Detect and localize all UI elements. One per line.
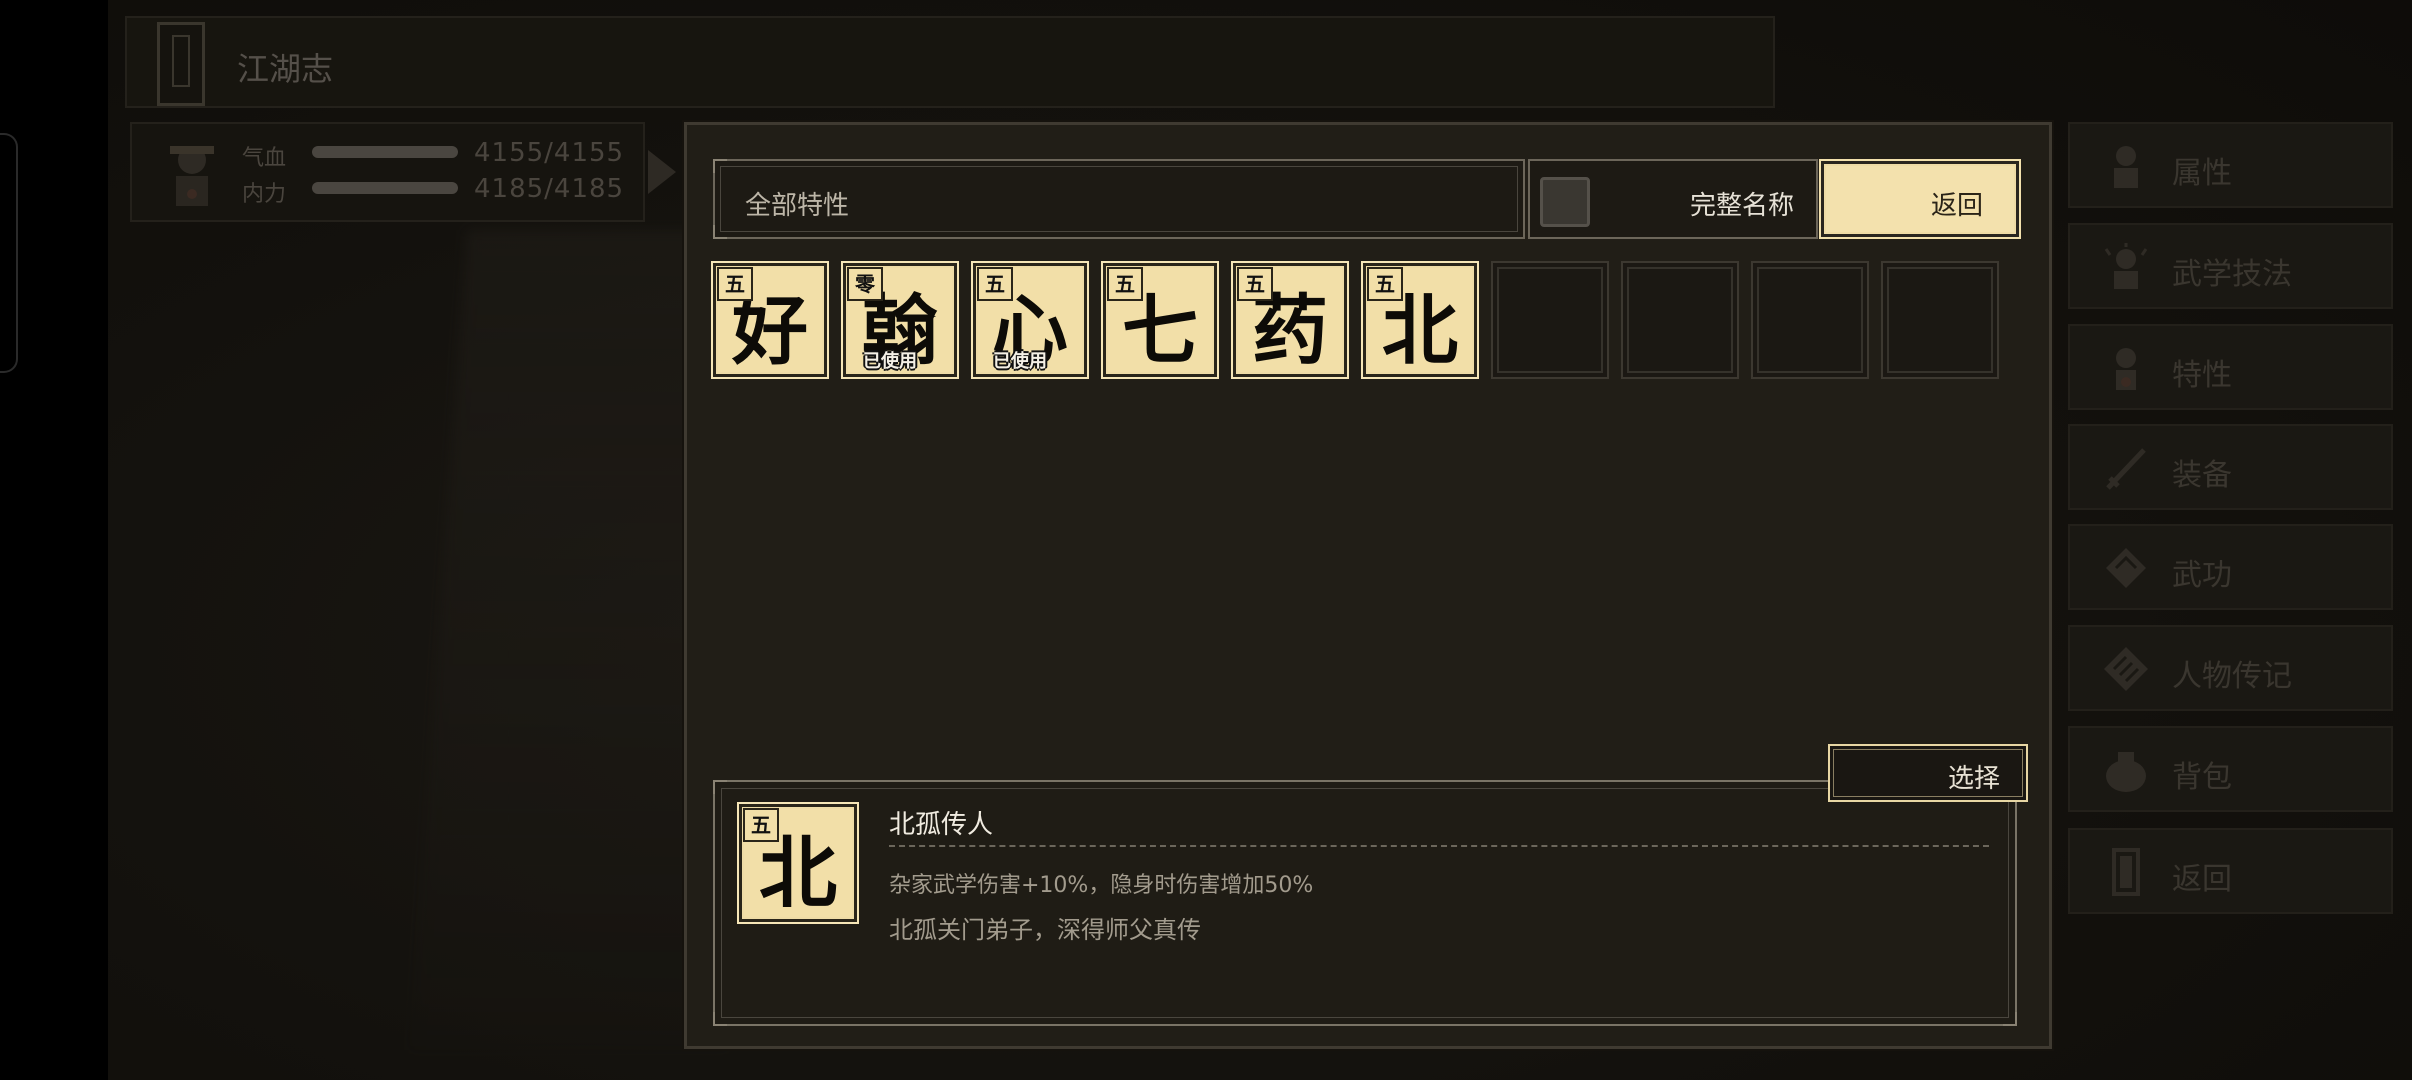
- mp-value: 4185/4185: [474, 174, 625, 204]
- filter-label: 全部特性: [745, 191, 850, 221]
- menu-bag-label: 背包: [2172, 760, 2232, 795]
- mp-label: 内力: [242, 182, 287, 207]
- trait-card-tier: 零: [847, 267, 883, 301]
- trait-card-used-badge: 已使用: [863, 351, 917, 372]
- empty-trait-slot[interactable]: [1621, 261, 1739, 379]
- menu-martial-arts-label: 武功: [2172, 558, 2232, 593]
- arrow-right-icon: [648, 150, 676, 194]
- full-name-toggle[interactable]: 完整名称: [1528, 159, 1818, 239]
- empty-trait-slot[interactable]: [1751, 261, 1869, 379]
- return-button-label: 返回: [1930, 191, 1983, 221]
- hp-label: 气血: [242, 146, 287, 171]
- trait-person-icon: [2116, 348, 2136, 390]
- trait-card-tier: 五: [1237, 267, 1273, 301]
- menu-bag[interactable]: 背包: [2068, 726, 2393, 812]
- menu-martial-arts[interactable]: 武功: [2068, 524, 2393, 610]
- corner-ornament: [713, 159, 727, 173]
- corner-ornament: [713, 1012, 727, 1026]
- full-name-checkbox[interactable]: [1540, 177, 1590, 227]
- menu-martial-techniques-label: 武学技法: [2172, 257, 2292, 292]
- trait-card-tier: 五: [1367, 267, 1403, 301]
- person-icon: [2114, 146, 2138, 188]
- trait-card-tier: 五: [1107, 267, 1143, 301]
- menu-martial-techniques[interactable]: 武学技法: [2068, 223, 2393, 309]
- trait-card-tier: 五: [977, 267, 1013, 301]
- trait-description: 北孤关门弟子，深得师父真传: [889, 916, 1201, 944]
- trait-selection-dialog: 全部特性 完整名称 返回 好 五 翰 零 已使用 心 五 已使用 七 五 药 五…: [684, 122, 2052, 1049]
- menu-attributes-label: 属性: [2172, 156, 2232, 191]
- detail-card-tier: 五: [743, 808, 779, 842]
- menu-biography-label: 人物传记: [2172, 659, 2292, 694]
- detail-trait-card: 北 五: [737, 802, 859, 924]
- trait-card-tier: 五: [717, 267, 753, 301]
- trait-filter-dropdown[interactable]: 全部特性: [713, 159, 1525, 239]
- trait-card[interactable]: 七 五: [1101, 261, 1219, 379]
- menu-traits-label: 特性: [2172, 358, 2232, 393]
- sparkle-person-icon: [2104, 243, 2148, 289]
- trait-detail-panel: 北 五 北孤传人 杂家武学伤害+10%，隐身时伤害增加50% 北孤关门弟子，深得…: [713, 780, 2017, 1026]
- door-icon: [2112, 848, 2140, 896]
- bag-icon: [2106, 752, 2146, 792]
- player-status-panel: 气血 4155/4155 内力 4185/4185: [130, 122, 645, 222]
- menu-return-label: 返回: [2172, 862, 2232, 897]
- trait-effect: 杂家武学伤害+10%，隐身时伤害增加50%: [889, 873, 1314, 898]
- trait-card[interactable]: 药 五: [1231, 261, 1349, 379]
- menu-equipment-label: 装备: [2172, 458, 2232, 493]
- corner-ornament: [713, 225, 727, 239]
- trait-card-selected[interactable]: 北 五: [1361, 261, 1479, 379]
- menu-attributes[interactable]: 属性: [2068, 122, 2393, 208]
- sword-icon: [2106, 448, 2146, 490]
- hp-bar: [312, 146, 458, 158]
- title-bar: 江湖志: [125, 16, 1775, 108]
- empty-trait-slot[interactable]: [1881, 261, 1999, 379]
- trait-card[interactable]: 好 五: [711, 261, 829, 379]
- trait-card-used-badge: 已使用: [993, 351, 1047, 372]
- trait-card-grid: 好 五 翰 零 已使用 心 五 已使用 七 五 药 五 北 五: [711, 261, 2031, 381]
- book-icon: [2104, 647, 2148, 691]
- hp-row: 气血 4155/4155: [242, 136, 642, 171]
- filter-bar: 全部特性 完整名称 返回: [713, 159, 2021, 239]
- full-name-label: 完整名称: [1689, 191, 1794, 221]
- hp-value: 4155/4155: [474, 138, 625, 168]
- select-button-label: 选择: [1947, 764, 2000, 794]
- divider: [889, 845, 1989, 847]
- menu-equipment[interactable]: 装备: [2068, 424, 2393, 510]
- return-button[interactable]: 返回: [1819, 159, 2021, 239]
- select-button[interactable]: 选择: [1828, 744, 2028, 802]
- mp-row: 内力 4185/4185: [242, 172, 642, 207]
- device-notch: [0, 133, 18, 373]
- scroll-icon: [2106, 548, 2146, 588]
- empty-trait-slot[interactable]: [1491, 261, 1609, 379]
- menu-traits[interactable]: 特性: [2068, 324, 2393, 410]
- corner-ornament: [713, 780, 727, 794]
- menu-return[interactable]: 返回: [2068, 828, 2393, 914]
- mp-bar: [312, 182, 458, 194]
- player-avatar-icon: [170, 146, 214, 206]
- menu-biography[interactable]: 人物传记: [2068, 625, 2393, 711]
- page-title: 江湖志: [237, 50, 334, 88]
- trait-name: 北孤传人: [889, 810, 994, 840]
- book-icon: [157, 22, 205, 106]
- trait-card[interactable]: 翰 零 已使用: [841, 261, 959, 379]
- corner-ornament: [2003, 1012, 2017, 1026]
- trait-card[interactable]: 心 五 已使用: [971, 261, 1089, 379]
